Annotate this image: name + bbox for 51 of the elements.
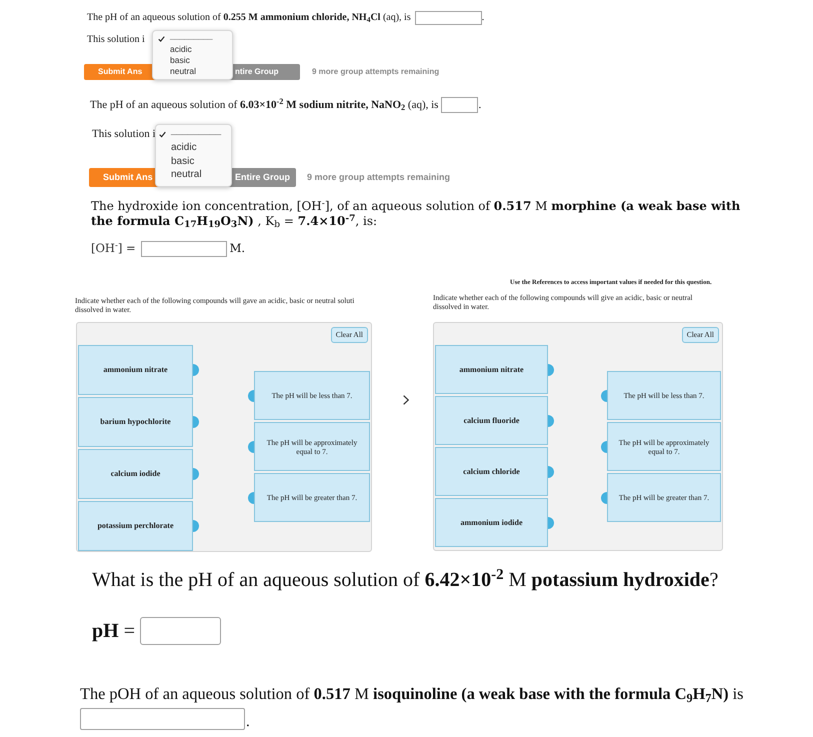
connector-tab-icon[interactable]	[548, 516, 554, 528]
period-text: .	[478, 98, 482, 113]
connector-tab-icon[interactable]	[193, 468, 199, 480]
answer-field[interactable]	[140, 617, 221, 645]
compound-card[interactable]: calcium fluoride	[435, 396, 548, 445]
attempts-text: 9 more group attempts remaining	[307, 170, 450, 184]
dropdown-option[interactable]: _________	[153, 33, 232, 44]
question-text: The pH of an aqueous solution of 6.03×10$^{-2}$ M sodium nitrite, NaNO$_{2}$ (aq), is	[90, 96, 438, 114]
connector-tab-icon[interactable]	[248, 390, 254, 402]
answer-field[interactable]	[80, 708, 245, 730]
label-text: This solution i	[87, 32, 145, 46]
connector-tab-icon[interactable]	[601, 390, 607, 402]
answer-field[interactable]	[140, 241, 227, 257]
question-text: The pOH of an aqueous solution of 0.517 M isoquinoline (a weak base with the formula C$_{9}$H$_{7}$N) is	[80, 684, 744, 703]
dropdown-option[interactable]: _________	[156, 128, 231, 142]
answer-field[interactable]	[441, 97, 478, 113]
period-text: .	[246, 715, 250, 730]
dropdown-option[interactable]: acidic	[153, 44, 232, 55]
compound-card[interactable]: barium hypochlorite	[78, 397, 193, 447]
compound-card[interactable]: calcium iodide	[78, 449, 193, 499]
compound-card[interactable]: ammonium nitrate	[78, 345, 193, 395]
connector-tab-icon[interactable]	[601, 440, 607, 452]
label-text: This solution i	[92, 127, 156, 142]
connector-tab-icon[interactable]	[193, 364, 199, 376]
chevron-right-icon[interactable]	[403, 395, 409, 405]
connector-tab-icon[interactable]	[548, 414, 554, 426]
check-icon	[158, 36, 165, 42]
attempts-text: 9 more group attempts remaining	[312, 66, 440, 78]
answer-label: [OH$^{-}$] =	[91, 240, 136, 258]
connector-tab-icon[interactable]	[548, 364, 554, 376]
answer-field[interactable]	[414, 10, 482, 24]
period-text: .	[482, 11, 484, 25]
connector-tab-icon[interactable]	[548, 466, 554, 478]
answer-label: pH =	[92, 619, 135, 644]
dropdown-option[interactable]: basic	[153, 55, 232, 66]
compound-card[interactable]: ammonium iodide	[435, 498, 548, 547]
dropdown-option[interactable]: basic	[156, 155, 231, 168]
compound-card[interactable]: calcium chloride	[435, 447, 548, 496]
connector-tab-icon[interactable]	[601, 492, 607, 504]
unit-text: M.	[230, 240, 246, 258]
compound-card[interactable]: potassium perchlorate	[78, 501, 193, 551]
question-text: The hydroxide ion concentration, [OH$^{-}$], of an aqueous solution of 0.517 M morphine (a weak base with the formula C$_{17}$H$_{19}$O$_{3}$N) , K$_{b}$ = 7.4×10$^{-7}$, is:	[91, 199, 740, 228]
connector-tab-icon[interactable]	[248, 440, 254, 452]
connector-tab-icon[interactable]	[193, 520, 199, 532]
compound-card[interactable]: ammonium nitrate	[435, 345, 548, 394]
check-icon	[159, 131, 166, 138]
connector-tab-icon[interactable]	[193, 416, 199, 428]
dropdown-option[interactable]: acidic	[156, 142, 231, 155]
connector-tab-icon[interactable]	[248, 492, 254, 504]
question-text: The pH of an aqueous solution of 0.255 M ammonium chloride, NH$_{4}$Cl (aq), is	[87, 11, 411, 25]
question-text: What is the pH of an aqueous solution of 6.42×10$^{-2}$ M potassium hydroxide?	[92, 569, 718, 591]
